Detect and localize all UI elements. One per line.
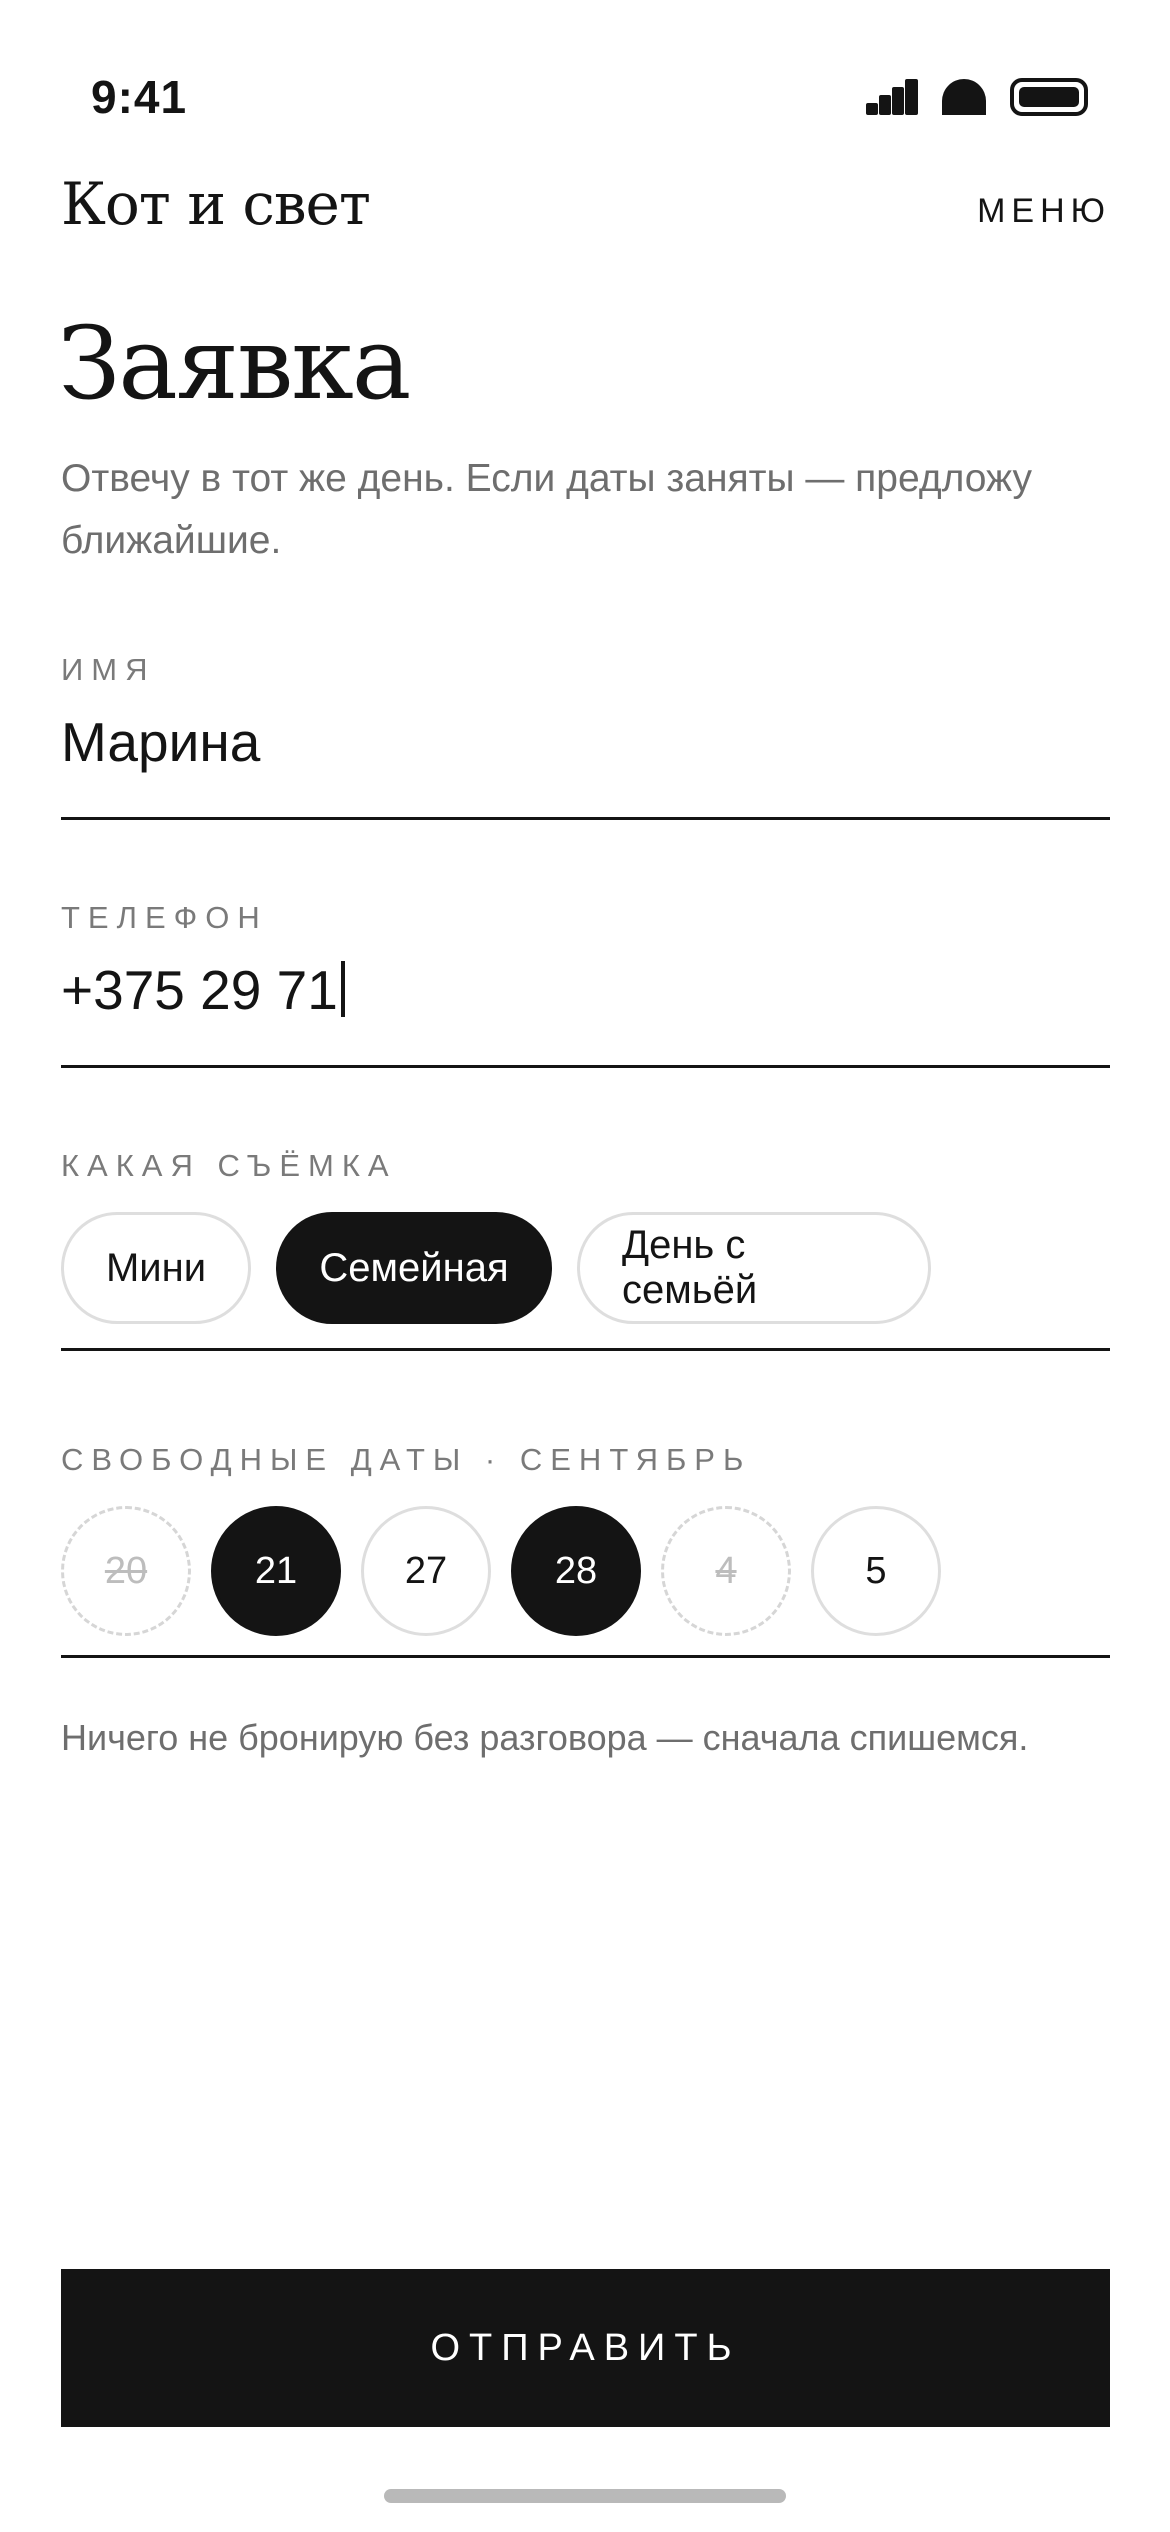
brand-logo[interactable]: Кот и свет xyxy=(61,170,371,238)
dates-label: СВОБОДНЫЕ ДАТЫ · СЕНТЯБРЬ xyxy=(61,1442,752,1477)
name-input[interactable]: Марина xyxy=(61,710,1110,774)
date-options: 20 21 27 28 4 5 xyxy=(61,1506,1110,1636)
date-27[interactable]: 27 xyxy=(361,1506,491,1636)
page-title: Заявка xyxy=(58,305,411,422)
phone-input[interactable]: +375 29 71 xyxy=(61,958,1110,1022)
chip-family[interactable]: Семейная xyxy=(276,1212,552,1324)
status-time: 9:41 xyxy=(91,71,188,123)
submit-button[interactable]: ОТПРАВИТЬ xyxy=(61,2269,1110,2427)
home-indicator[interactable] xyxy=(384,2489,786,2503)
date-28[interactable]: 28 xyxy=(511,1506,641,1636)
text-caret xyxy=(340,961,345,1017)
date-21[interactable]: 21 xyxy=(211,1506,341,1636)
signal-icon xyxy=(866,79,918,115)
chip-day-with-family[interactable]: День с семьёй xyxy=(577,1212,931,1324)
shoot-type-options: Мини Семейная День с семьёй xyxy=(61,1212,1110,1324)
phone-label: ТЕЛЕФОН xyxy=(61,900,268,935)
shoot-type-label: КАКАЯ СЪЁМКА xyxy=(61,1148,397,1183)
menu-button[interactable]: МЕНЮ xyxy=(977,192,1111,231)
date-5[interactable]: 5 xyxy=(811,1506,941,1636)
status-icons xyxy=(866,78,1088,116)
name-label: ИМЯ xyxy=(61,652,156,687)
dates-field: СВОБОДНЫЕ ДАТЫ · СЕНТЯБРЬ 20 21 27 28 4 … xyxy=(61,1442,1110,1658)
date-4: 4 xyxy=(661,1506,791,1636)
shoot-type-field: КАКАЯ СЪЁМКА Мини Семейная День с семьёй xyxy=(61,1148,1110,1351)
battery-icon xyxy=(1010,78,1088,116)
chip-mini[interactable]: Мини xyxy=(61,1212,251,1324)
page-subtitle: Отвечу в тот же день. Если даты заняты —… xyxy=(61,457,1033,562)
booking-note: Ничего не бронирую без разговора — снача… xyxy=(61,1717,1029,1758)
phone-field[interactable]: ТЕЛЕФОН +375 29 71 xyxy=(61,900,1110,1068)
phone-value: +375 29 71 xyxy=(61,959,338,1021)
date-20: 20 xyxy=(61,1506,191,1636)
name-field[interactable]: ИМЯ Марина xyxy=(61,652,1110,820)
status-bar: 9:41 xyxy=(0,0,1170,190)
wifi-icon xyxy=(942,79,986,115)
site-header: Кот и свет МЕНЮ xyxy=(61,170,1111,250)
